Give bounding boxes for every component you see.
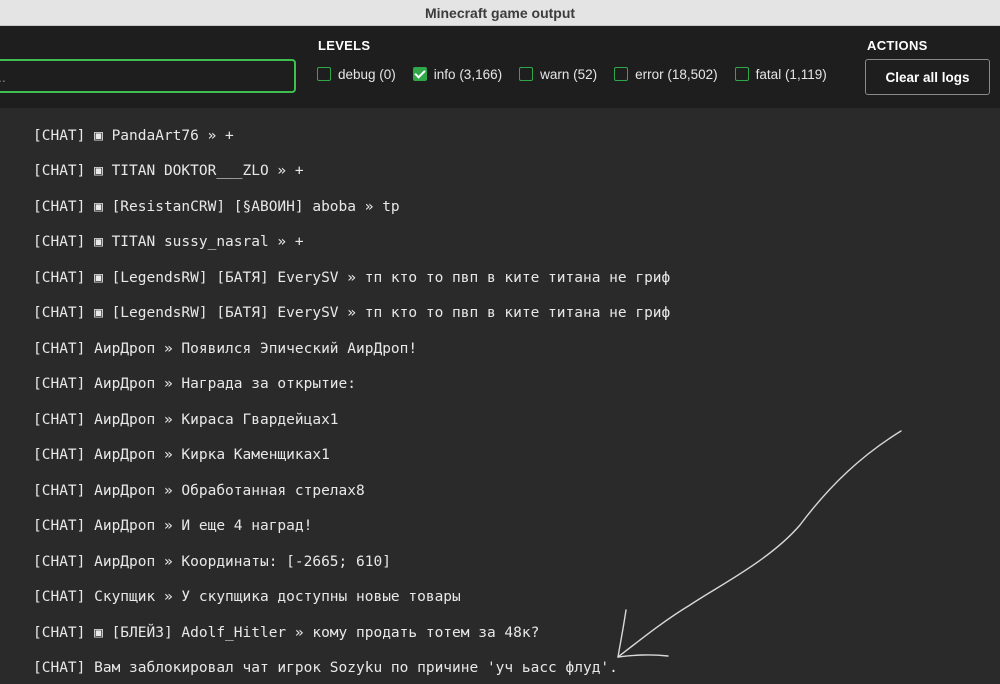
log-line: [CHAT] Вам заблокировал чат игрок Sozyku… [33, 660, 618, 676]
log-line: [CHAT] ▣ TITAN sussy_nasral » + [33, 234, 304, 250]
log-line: [CHAT] АирДроп » И еще 4 наград! [33, 518, 313, 534]
log-line: [CHAT] ▣ PandaArt76 » + [33, 128, 234, 144]
log-line: [CHAT] АирДроп » Появился Эпический АирД… [33, 341, 418, 357]
levels-filter-group: debug (0) info (3,166) warn (52) error (… [317, 65, 844, 83]
warn-checkbox[interactable] [519, 67, 534, 81]
level-label: debug (0) [338, 66, 396, 82]
log-line: [CHAT] АирДроп » Координаты: [-2665; 610… [33, 554, 391, 570]
window-title: Minecraft game output [424, 4, 576, 21]
level-filter-debug[interactable]: debug (0) [317, 65, 396, 83]
toolbar: .. LEVELS debug (0) info (3,166) warn (5… [0, 26, 1000, 108]
window-titlebar: Minecraft game output [0, 0, 1000, 26]
level-filter-info[interactable]: info (3,166) [412, 65, 503, 83]
level-label: error (18,502) [635, 66, 718, 82]
debug-checkbox[interactable] [317, 67, 331, 81]
log-line: [CHAT] ▣ [LegendsRW] [БАТЯ] EverySV » тп… [33, 305, 671, 321]
fatal-checkbox[interactable] [734, 67, 749, 81]
log-line: [CHAT] АирДроп » Обработанная стрелах8 [33, 483, 365, 499]
level-label: info (3,166) [433, 66, 503, 82]
info-checkbox[interactable] [412, 67, 427, 81]
log-output[interactable]: [CHAT] ▣ PandaArt76 » + [CHAT] ▣ TITAN D… [0, 108, 1000, 684]
levels-title: LEVELS [318, 38, 371, 53]
clear-all-logs-button[interactable]: Clear all logs [865, 59, 990, 95]
log-line: [CHAT] АирДроп » Кираса Гвардейцах1 [33, 412, 339, 428]
level-filter-fatal[interactable]: fatal (1,119) [734, 65, 827, 83]
level-filter-error[interactable]: error (18,502) [614, 65, 718, 83]
actions-title: ACTIONS [867, 38, 928, 53]
level-label: fatal (1,119) [755, 66, 827, 82]
level-label: warn (52) [540, 66, 598, 82]
log-line: [CHAT] ▣ [БЛЕЙЗ] Adolf_Hitler » кому про… [33, 625, 540, 641]
log-line: [CHAT] Скупщик » У скупщика доступны нов… [33, 589, 461, 605]
log-line: [CHAT] АирДроп » Кирка Каменщиках1 [33, 447, 330, 463]
error-checkbox[interactable] [614, 67, 629, 81]
log-line: [CHAT] ▣ [LegendsRW] [БАТЯ] EverySV » тп… [33, 270, 671, 286]
log-line: [CHAT] ▣ [ResistanCRW] [§АВОИН] aboba » … [33, 199, 400, 215]
search-input[interactable]: .. [0, 59, 296, 93]
log-line: [CHAT] АирДроп » Награда за открытие: [33, 376, 357, 392]
log-line: [CHAT] ▣ TITAN DOKTOR___ZLO » + [33, 163, 304, 179]
level-filter-warn[interactable]: warn (52) [519, 65, 597, 83]
